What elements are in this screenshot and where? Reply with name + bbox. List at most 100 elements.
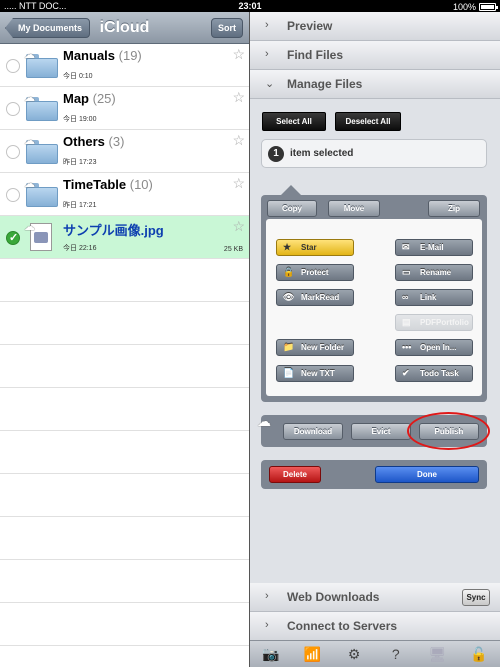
pdf-icon: ▤ bbox=[402, 317, 411, 327]
button-label: Todo Task bbox=[420, 369, 459, 378]
gear-icon[interactable]: ⚙ bbox=[342, 646, 366, 663]
button-label: E-Mail bbox=[420, 243, 444, 252]
star-icon[interactable]: ☆ bbox=[232, 132, 245, 149]
select-radio[interactable] bbox=[6, 188, 20, 202]
status-bar: ..... NTT DOC... 23:01 100% bbox=[0, 0, 500, 12]
confirm-panel: Delete Done bbox=[261, 460, 487, 489]
chevron-down-icon: ⌄ bbox=[265, 78, 275, 90]
selection-text: item selected bbox=[290, 148, 354, 159]
bottom-toolbar: 📷 📶 ⚙ ? 🖥 🔓 bbox=[250, 640, 500, 667]
file-size: 25 KB bbox=[223, 246, 243, 253]
empty-row bbox=[0, 431, 249, 474]
file-name: Others bbox=[63, 134, 105, 149]
file-name: Manuals bbox=[63, 48, 116, 63]
file-count: (25) bbox=[92, 91, 116, 106]
button-label: Link bbox=[420, 293, 437, 302]
rename-icon: ▭ bbox=[402, 267, 411, 277]
select-radio[interactable] bbox=[6, 145, 20, 159]
section-label: Web Downloads bbox=[287, 590, 380, 604]
section-find-files[interactable]: › Find Files bbox=[250, 41, 500, 70]
download-button[interactable]: Download bbox=[283, 423, 343, 440]
wifi-icon[interactable]: 📶 bbox=[300, 646, 324, 663]
section-web-downloads[interactable]: › Web Downloads Sync bbox=[250, 583, 500, 612]
checkmark-icon: ✔ bbox=[402, 368, 410, 378]
evict-button[interactable]: Evict bbox=[351, 423, 411, 440]
todo-task-button[interactable]: ✔ Todo Task bbox=[395, 365, 473, 382]
file-name: TimeTable bbox=[63, 177, 127, 192]
selection-count-badge: 1 bbox=[268, 146, 284, 162]
eye-icon: 👁 bbox=[283, 292, 295, 302]
copy-button[interactable]: Copy bbox=[267, 200, 317, 217]
select-radio-checked[interactable] bbox=[6, 231, 20, 245]
markread-button[interactable]: 👁 MarkRead bbox=[276, 289, 354, 306]
help-icon[interactable]: ? bbox=[384, 646, 408, 662]
rename-button[interactable]: ▭ Rename bbox=[395, 264, 473, 281]
lock-icon[interactable]: 🔓 bbox=[467, 646, 491, 663]
empty-row bbox=[0, 388, 249, 431]
empty-row bbox=[0, 259, 249, 302]
star-icon[interactable]: ☆ bbox=[232, 218, 245, 235]
protect-button[interactable]: 🔒 Protect bbox=[276, 264, 354, 281]
select-radio[interactable] bbox=[6, 102, 20, 116]
publish-highlight-circle bbox=[407, 412, 490, 450]
star-icon[interactable]: ☆ bbox=[232, 89, 245, 106]
delete-button[interactable]: Delete bbox=[269, 466, 321, 483]
file-row[interactable]: ☁ Manuals (19) 今日 0:10 ☆ bbox=[0, 44, 249, 87]
star-icon[interactable]: ☆ bbox=[232, 175, 245, 192]
done-button[interactable]: Done bbox=[375, 466, 479, 483]
cloud-icon: ☁ bbox=[24, 49, 35, 61]
move-button[interactable]: Move bbox=[328, 200, 380, 217]
file-row[interactable]: ☁ TimeTable (10) 昨日 17:21 ☆ bbox=[0, 173, 249, 216]
empty-row bbox=[0, 603, 249, 646]
file-row[interactable]: ☁ Map (25) 今日 19:00 ☆ bbox=[0, 87, 249, 130]
button-label: New TXT bbox=[301, 369, 335, 378]
star-button[interactable]: ★ Star bbox=[276, 239, 354, 256]
button-label: Protect bbox=[301, 268, 329, 277]
new-folder-button[interactable]: 📁 New Folder bbox=[276, 339, 354, 356]
empty-row bbox=[0, 474, 249, 517]
file-name: Map bbox=[63, 91, 89, 106]
button-label: MarkRead bbox=[301, 293, 340, 302]
battery-icon bbox=[479, 3, 498, 11]
open-in-button[interactable]: ••• Open In... bbox=[395, 339, 473, 356]
sync-button[interactable]: Sync bbox=[462, 589, 490, 606]
file-count: (10) bbox=[129, 177, 153, 192]
file-name: サンプル画像.jpg bbox=[63, 223, 164, 238]
section-preview[interactable]: › Preview bbox=[250, 12, 500, 41]
bottom-sections: › Web Downloads Sync › Connect to Server… bbox=[250, 583, 500, 641]
camera-icon[interactable]: 📷 bbox=[259, 646, 283, 663]
new-txt-button[interactable]: 📄 New TXT bbox=[276, 365, 354, 382]
manage-files-panel: Select All Deselect All 1 item selected … bbox=[250, 99, 500, 589]
cloud-icon: ☁ bbox=[24, 92, 35, 104]
cloud-icon: ☁ bbox=[24, 135, 35, 147]
section-connect-servers[interactable]: › Connect to Servers bbox=[250, 612, 500, 641]
file-row[interactable]: ☁ Others (3) 昨日 17:23 ☆ bbox=[0, 130, 249, 173]
empty-row bbox=[0, 560, 249, 603]
section-manage-files[interactable]: ⌄ Manage Files bbox=[250, 70, 500, 99]
link-button[interactable]: ∞ Link bbox=[395, 289, 473, 306]
cloud-icon: ☁ bbox=[257, 413, 271, 429]
section-label: Manage Files bbox=[287, 77, 363, 91]
section-label: Preview bbox=[287, 19, 333, 33]
lock-icon: 🔒 bbox=[283, 267, 295, 277]
more-icon: ••• bbox=[402, 342, 412, 352]
select-radio[interactable] bbox=[6, 59, 20, 73]
new-file-icon: 📄 bbox=[283, 368, 295, 378]
button-label: New Folder bbox=[301, 343, 345, 352]
clock: 23:01 bbox=[238, 1, 262, 11]
sort-button[interactable]: Sort bbox=[211, 18, 243, 38]
zip-button[interactable]: Zip bbox=[428, 200, 480, 217]
star-icon[interactable]: ☆ bbox=[232, 46, 245, 63]
select-all-button[interactable]: Select All bbox=[262, 112, 326, 131]
pdf-portfolio-button: ▤ PDFPortfolio bbox=[395, 314, 473, 331]
file-actions-panel: Copy Move Zip ★ Star 🔒 Protect 👁 MarkRea… bbox=[261, 185, 487, 402]
mail-icon: ✉ bbox=[402, 242, 410, 252]
email-button[interactable]: ✉ E-Mail bbox=[395, 239, 473, 256]
file-row-selected[interactable]: ☁ サンプル画像.jpg 今日 22:16 25 KB ☆ bbox=[0, 216, 249, 259]
link-icon: ∞ bbox=[402, 292, 409, 302]
cloud-icon: ☁ bbox=[24, 221, 35, 233]
chevron-right-icon: › bbox=[265, 48, 269, 60]
button-label: Rename bbox=[420, 268, 452, 277]
deselect-all-button[interactable]: Deselect All bbox=[335, 112, 401, 131]
monitor-icon[interactable]: 🖥 bbox=[425, 646, 449, 663]
